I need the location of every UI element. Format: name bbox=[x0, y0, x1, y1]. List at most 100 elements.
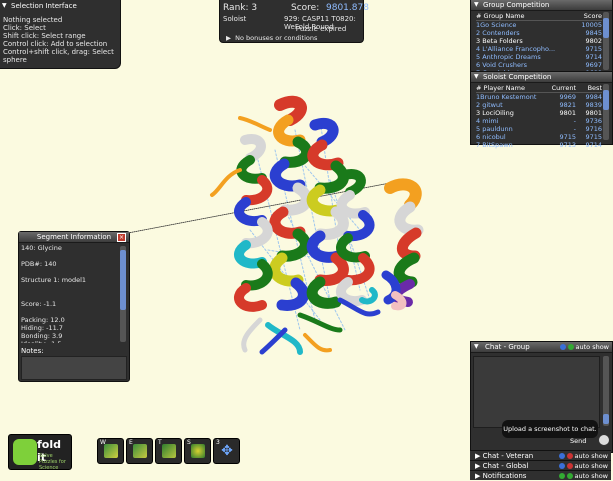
chat-group-header[interactable]: ▼ Chat - Group auto show bbox=[471, 342, 612, 353]
player-name: 1Bruno Kestemont bbox=[476, 93, 537, 101]
sidechain-button[interactable]: S bbox=[184, 438, 211, 464]
table-row[interactable]: 7 BitSpawn 9713 9714 bbox=[476, 141, 602, 149]
bonus-label: No bonuses or conditions bbox=[235, 34, 318, 42]
send-button[interactable]: Send bbox=[570, 437, 586, 445]
scrollbar-thumb[interactable] bbox=[603, 18, 609, 38]
auto-show-toggle[interactable]: auto show bbox=[559, 342, 610, 352]
selection-line: sphere bbox=[3, 56, 27, 64]
auto-show-toggle[interactable]: auto show bbox=[558, 471, 608, 481]
group-competition-header[interactable]: ▼ Group Competition bbox=[471, 0, 612, 11]
player-name: 6 nicobul bbox=[476, 133, 506, 141]
info-icon bbox=[558, 463, 565, 469]
segment-details: 140: Glycine PDB#: 140 Structure 1: model1… bbox=[21, 244, 117, 343]
segment-detail-line bbox=[21, 292, 117, 300]
best-score: 9839 bbox=[585, 101, 602, 109]
segment-detail-line: Structure 1: model1 bbox=[21, 276, 87, 284]
soloist-scrollbar[interactable] bbox=[603, 84, 609, 140]
selection-interface-title: Selection Interface bbox=[11, 2, 77, 10]
auto-show-label: auto show bbox=[574, 462, 609, 470]
segment-detail-line: Score: -1.1 bbox=[21, 300, 57, 308]
best-score: 9736 bbox=[585, 117, 602, 125]
chat-scrollbar[interactable] bbox=[603, 356, 609, 426]
move-arrows-icon: ✥ bbox=[221, 443, 233, 459]
table-row[interactable]: 5 pauldunn - 9716 bbox=[476, 125, 602, 133]
scrollbar-thumb[interactable] bbox=[603, 414, 609, 424]
rank-label: Rank: 3 bbox=[223, 3, 258, 13]
table-header: # Group Name Score bbox=[476, 12, 602, 21]
check-icon bbox=[567, 344, 574, 350]
group-score: 9714 bbox=[585, 53, 602, 61]
segment-detail-line bbox=[21, 308, 117, 316]
table-row[interactable]: 2 gitwut 9821 9839 bbox=[476, 101, 602, 109]
wiggle-icon bbox=[104, 444, 118, 458]
close-icon bbox=[566, 463, 573, 469]
group-name: 2 Contenders bbox=[476, 29, 520, 37]
info-icon bbox=[559, 344, 566, 350]
chat-group-title: Chat - Group bbox=[485, 343, 530, 351]
table-row[interactable]: 3 Beta Folders 9802 bbox=[476, 37, 602, 45]
segment-information-header[interactable]: Segment Information × bbox=[19, 232, 129, 243]
column-header: Best bbox=[587, 84, 602, 92]
segment-detail-line: Ideality: -1.5 bbox=[21, 340, 117, 343]
table-row[interactable]: 4 L'Alliance Francopho... 9715 bbox=[476, 45, 602, 53]
auto-show-label: auto show bbox=[575, 343, 610, 351]
table-row[interactable]: 2 Contenders 9845 bbox=[476, 29, 602, 37]
table-row[interactable]: 3 LociOiling 9801 9801 bbox=[476, 109, 602, 117]
chat-message-area[interactable] bbox=[473, 356, 600, 428]
move-button[interactable]: 3 ✥ bbox=[213, 438, 240, 464]
player-name: 2 gitwut bbox=[476, 101, 503, 109]
column-header: # Player Name bbox=[476, 84, 525, 92]
table-header: # Player Name Current Best bbox=[476, 84, 602, 93]
logo-tagline: Solve Puzzles for Science bbox=[39, 453, 66, 471]
collapse-triangle-icon: ▼ bbox=[474, 73, 479, 80]
table-row[interactable]: 1Bruno Kestemont 9969 9984 bbox=[476, 93, 602, 101]
column-header: # Group Name bbox=[476, 12, 525, 20]
shake-button[interactable]: E bbox=[126, 438, 153, 464]
foldit-logo[interactable]: fold it Solve Puzzles for Science bbox=[8, 434, 72, 471]
group-competition-panel: ▼ Group Competition # Group Name Score 1G… bbox=[470, 0, 613, 77]
current-score: 9969 bbox=[559, 93, 576, 101]
foldit-logo-icon bbox=[13, 439, 37, 465]
score-label: Score: bbox=[291, 3, 320, 13]
collapse-triangle-icon[interactable]: ▼ bbox=[2, 2, 7, 9]
sidechain-icon bbox=[191, 444, 205, 458]
bonus-toggle[interactable]: ▶ No bonuses or conditions bbox=[226, 34, 317, 42]
group-scrollbar[interactable] bbox=[603, 12, 609, 70]
group-name: 1Go Science bbox=[476, 21, 517, 29]
table-row[interactable]: 4 mimi - 9736 bbox=[476, 117, 602, 125]
scrollbar-thumb[interactable] bbox=[603, 90, 609, 110]
upload-tooltip: Upload a screenshot to chat. bbox=[502, 420, 598, 438]
table-row[interactable]: 6 Void Crushers 9697 bbox=[476, 61, 602, 69]
segment-scrollbar[interactable] bbox=[120, 246, 126, 342]
segment-detail-line: PDB#: 140 bbox=[21, 260, 57, 268]
group-name: 4 L'Alliance Francopho... bbox=[476, 45, 556, 53]
current-score: 9821 bbox=[559, 101, 576, 109]
close-icon[interactable]: × bbox=[117, 233, 126, 242]
score-panel: Rank: 3 Score: 9801.878 Soloist 929: CAS… bbox=[219, 0, 369, 43]
segment-detail-line: Packing: 12.0 bbox=[21, 316, 65, 324]
soloist-competition-header[interactable]: ▼ Soloist Competition bbox=[471, 72, 612, 83]
expand-triangle-icon: ▶ bbox=[475, 462, 481, 470]
notes-field[interactable] bbox=[21, 356, 127, 380]
wiggle-all-button[interactable]: W bbox=[97, 438, 124, 464]
shake-icon bbox=[133, 444, 147, 458]
scrollbar-thumb[interactable] bbox=[120, 250, 126, 310]
segment-detail-line bbox=[21, 284, 117, 292]
chat-global-label: Chat - Global bbox=[482, 462, 529, 470]
group-score: 9715 bbox=[585, 45, 602, 53]
table-row[interactable]: 1Go Science 10005 bbox=[476, 21, 602, 29]
upload-screenshot-icon[interactable] bbox=[598, 434, 610, 446]
column-header: Score bbox=[583, 12, 602, 20]
info-icon bbox=[558, 453, 565, 459]
tweak-button[interactable]: T bbox=[155, 438, 182, 464]
selection-line: Control+shift click, drag: Select bbox=[3, 48, 114, 56]
segment-detail-line bbox=[21, 252, 117, 260]
tweak-icon bbox=[162, 444, 176, 458]
mode-label: Soloist bbox=[223, 15, 247, 23]
segment-detail-line: 140: Glycine bbox=[21, 244, 62, 252]
table-row[interactable]: 5 Anthropic Dreams 9714 bbox=[476, 53, 602, 61]
table-row[interactable]: 6 nicobul 9715 9715 bbox=[476, 133, 602, 141]
group-competition-title: Group Competition bbox=[483, 1, 550, 9]
group-name: 6 Void Crushers bbox=[476, 61, 528, 69]
current-score: 9715 bbox=[559, 133, 576, 141]
